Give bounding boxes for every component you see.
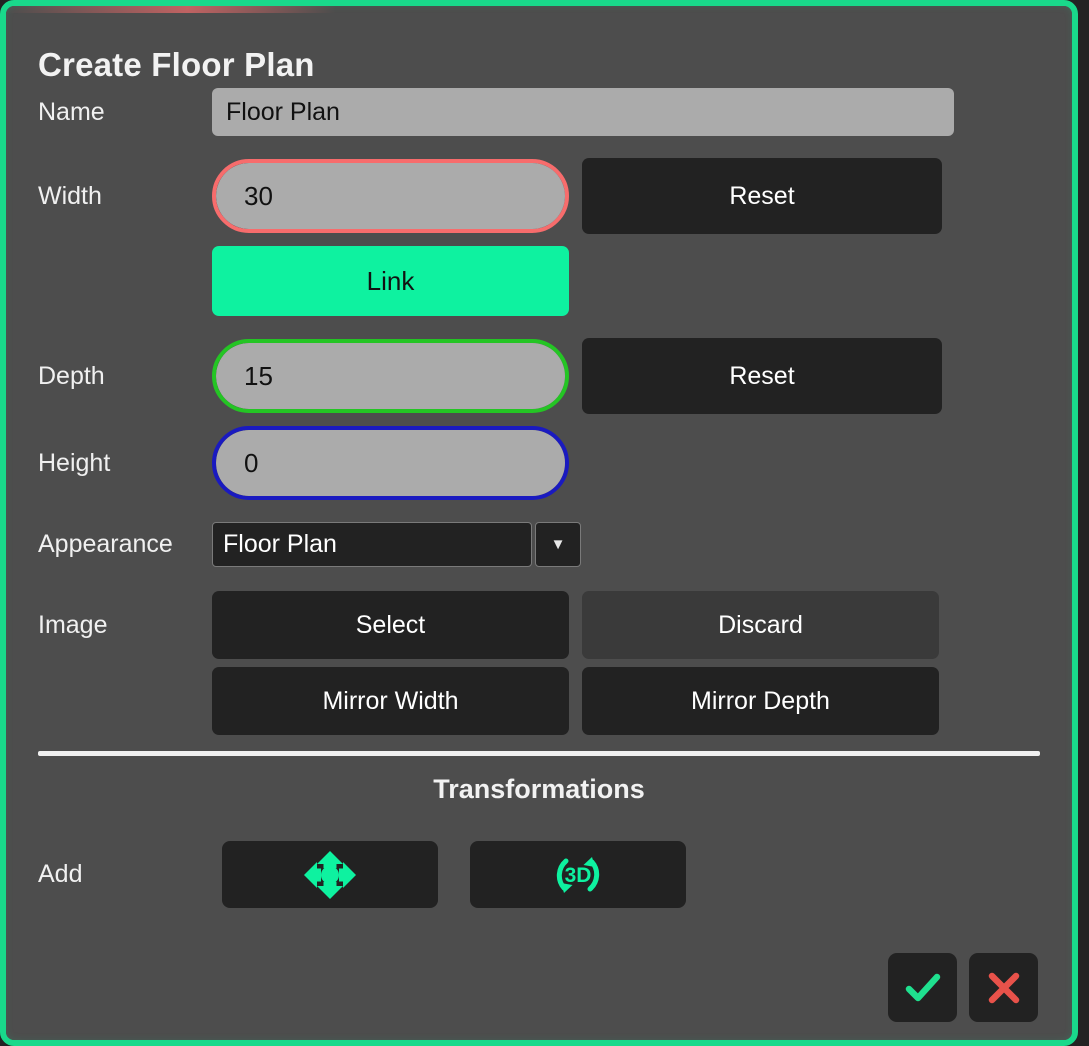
add-transformation-row: Add — [38, 841, 1040, 908]
width-input[interactable] — [216, 163, 569, 229]
height-label: Height — [38, 451, 212, 476]
add-rotate-3d-transformation-button[interactable]: 3D — [470, 841, 686, 908]
depth-field: m — [212, 339, 569, 413]
width-row: Width m Reset — [38, 158, 1040, 234]
height-row: Height m — [38, 426, 1040, 500]
add-label: Add — [38, 862, 212, 887]
name-label: Name — [38, 100, 212, 125]
appearance-selected-value[interactable]: Floor Plan — [212, 522, 532, 567]
add-move-transformation-button[interactable] — [222, 841, 438, 908]
width-reset-button[interactable]: Reset — [582, 158, 942, 234]
dialog-title: Create Floor Plan — [38, 6, 1040, 88]
name-input[interactable] — [212, 88, 954, 136]
transformations-title: Transformations — [38, 774, 1040, 805]
height-input[interactable] — [216, 430, 569, 496]
mirror-depth-button[interactable]: Mirror Depth — [582, 667, 939, 735]
rotate-3d-icon: 3D — [547, 848, 609, 902]
move-icon — [302, 849, 358, 901]
check-icon — [902, 967, 944, 1009]
backdrop-right-edge — [1078, 0, 1089, 1046]
image-discard-button[interactable]: Discard — [582, 591, 939, 659]
depth-label: Depth — [38, 364, 212, 389]
image-select-button[interactable]: Select — [212, 591, 569, 659]
create-floor-plan-dialog: Create Floor Plan Name Width m Reset — [6, 6, 1072, 1040]
appearance-row: Appearance Floor Plan ▼ — [38, 522, 1040, 567]
mirror-width-button[interactable]: Mirror Width — [212, 667, 569, 735]
width-field: m — [212, 159, 569, 233]
width-label: Width — [38, 184, 212, 209]
link-row: Link — [38, 246, 1040, 316]
image-row: Image Select Discard — [38, 591, 1040, 659]
screen: Create Floor Plan Name Width m Reset — [0, 0, 1089, 1046]
appearance-label: Appearance — [38, 532, 212, 557]
name-row: Name — [38, 88, 1040, 136]
link-button[interactable]: Link — [212, 246, 569, 316]
mirror-row: Mirror Width Mirror Depth — [38, 667, 1040, 735]
height-field: m — [212, 426, 569, 500]
image-label: Image — [38, 613, 212, 638]
depth-row: Depth m Reset — [38, 338, 1040, 414]
depth-input[interactable] — [216, 343, 569, 409]
appearance-select[interactable]: Floor Plan ▼ — [212, 522, 581, 567]
depth-reset-button[interactable]: Reset — [582, 338, 942, 414]
section-divider — [38, 751, 1040, 756]
cancel-button[interactable] — [969, 953, 1038, 1022]
dialog-footer — [888, 953, 1038, 1022]
chevron-down-icon[interactable]: ▼ — [535, 522, 581, 567]
close-icon — [983, 967, 1025, 1009]
dialog-frame: Create Floor Plan Name Width m Reset — [0, 0, 1078, 1046]
rotate-3d-label: 3D — [565, 864, 592, 887]
confirm-button[interactable] — [888, 953, 957, 1022]
